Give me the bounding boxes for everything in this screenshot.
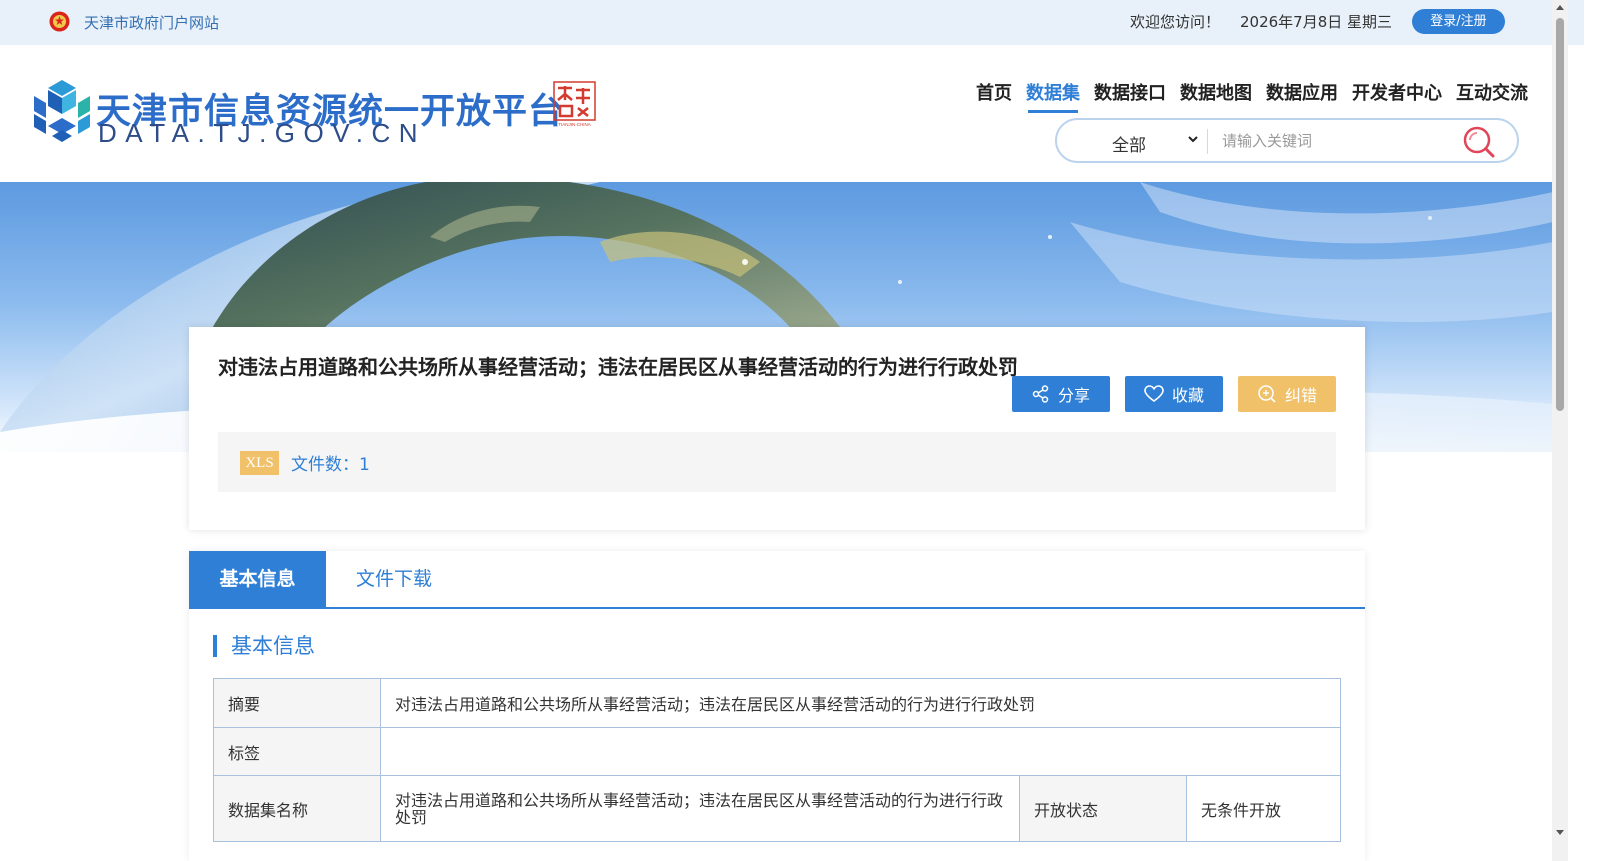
nav-interaction[interactable]: 互动交流 — [1456, 79, 1528, 113]
scroll-down-arrow-icon[interactable] — [1556, 830, 1564, 835]
report-error-button[interactable]: 纠错 — [1238, 376, 1336, 412]
tags-label: 标签 — [213, 727, 381, 776]
search-icon[interactable] — [1461, 124, 1497, 160]
seal-caption: TIANJIN·CHINA — [558, 122, 591, 127]
dataset-detail-panel: 基本信息 文件下载 基本信息 摘要 对违法占用道路和公共场所从事经营活动；违法在… — [189, 551, 1365, 861]
favorite-button[interactable]: 收藏 — [1125, 376, 1223, 412]
section-title: 基本信息 — [213, 635, 315, 657]
report-error-label: 纠错 — [1284, 386, 1317, 405]
share-label: 分享 — [1057, 386, 1090, 405]
tab-file-download[interactable]: 文件下载 — [326, 551, 462, 607]
nav-datasets[interactable]: 数据集 — [1026, 79, 1080, 113]
platform-domain: DATA.TJ.GOV.CN — [98, 118, 426, 148]
tianjin-seal-logo: TIANJIN·CHINA — [553, 81, 596, 127]
current-date: 2026年7月8日 星期三 — [1240, 13, 1393, 31]
tab-basic-info[interactable]: 基本信息 — [189, 551, 326, 607]
search-divider — [1207, 129, 1208, 154]
login-register-button[interactable]: 登录/注册 — [1412, 9, 1505, 34]
national-emblem-icon — [49, 11, 70, 32]
dataset-name-label: 数据集名称 — [213, 775, 381, 842]
nav-home[interactable]: 首页 — [976, 79, 1012, 113]
search-input[interactable] — [1222, 130, 1452, 152]
basic-info-table: 摘要 对违法占用道路和公共场所从事经营活动；违法在居民区从事经营活动的行为进行行… — [213, 678, 1341, 842]
summary-value: 对违法占用道路和公共场所从事经营活动；违法在居民区从事经营活动的行为进行行政处罚 — [380, 678, 1341, 728]
main-nav: 首页 数据集 数据接口 数据地图 数据应用 开发者中心 互动交流 — [976, 79, 1542, 113]
heart-icon — [1144, 385, 1164, 402]
open-status-label: 开放状态 — [1019, 775, 1187, 842]
dataset-title: 对违法占用道路和公共场所从事经营活动；违法在居民区从事经营活动的行为进行行政处罚 — [218, 355, 1018, 379]
scrollbar-thumb[interactable] — [1556, 18, 1564, 411]
gov-portal-link[interactable]: 天津市政府门户网站 — [84, 12, 219, 33]
scroll-up-arrow-icon[interactable] — [1556, 5, 1564, 10]
file-summary-panel: XLS 文件数：1 — [218, 432, 1336, 492]
page-scrollbar[interactable] — [1552, 0, 1568, 861]
summary-label: 摘要 — [213, 678, 381, 728]
share-button[interactable]: 分享 — [1012, 376, 1110, 412]
top-bar: 天津市政府门户网站 欢迎您访问！ 2026年7月8日 星期三 登录/注册 — [0, 0, 1584, 45]
file-type-badge: XLS — [240, 451, 279, 475]
site-header: 天津市信息资源统一开放平台 DATA.TJ.GOV.CN TIANJIN·CHI… — [0, 45, 1584, 182]
search-scope-select[interactable]: 全部 — [1112, 131, 1146, 156]
dataset-header-card: 对违法占用道路和公共场所从事经营活动；违法在居民区从事经营活动的行为进行行政处罚… — [189, 327, 1365, 530]
nav-data-apps[interactable]: 数据应用 — [1266, 79, 1338, 113]
nav-data-api[interactable]: 数据接口 — [1094, 79, 1166, 113]
nav-developer-center[interactable]: 开发者中心 — [1352, 79, 1442, 113]
search-bar: 全部 — [1055, 118, 1519, 163]
favorite-label: 收藏 — [1171, 386, 1204, 405]
file-count: 文件数：1 — [291, 455, 370, 475]
platform-logo-icon[interactable] — [30, 78, 94, 144]
welcome-text: 欢迎您访问！ — [1130, 13, 1221, 31]
table-row: 摘要 对违法占用道路和公共场所从事经营活动；违法在居民区从事经营活动的行为进行行… — [213, 678, 1341, 728]
nav-data-map[interactable]: 数据地图 — [1180, 79, 1252, 113]
table-row: 数据集名称 对违法占用道路和公共场所从事经营活动；违法在居民区从事经营活动的行为… — [213, 775, 1341, 842]
open-status-value: 无条件开放 — [1186, 775, 1341, 842]
tab-bar: 基本信息 文件下载 — [189, 551, 1365, 609]
magnifier-plus-icon — [1258, 385, 1276, 403]
tags-value — [380, 727, 1341, 776]
dataset-name-value: 对违法占用道路和公共场所从事经营活动；违法在居民区从事经营活动的行为进行行政处罚 — [380, 775, 1020, 842]
share-icon — [1032, 385, 1049, 403]
table-row: 标签 — [213, 727, 1341, 776]
chevron-down-icon[interactable] — [1187, 132, 1199, 146]
